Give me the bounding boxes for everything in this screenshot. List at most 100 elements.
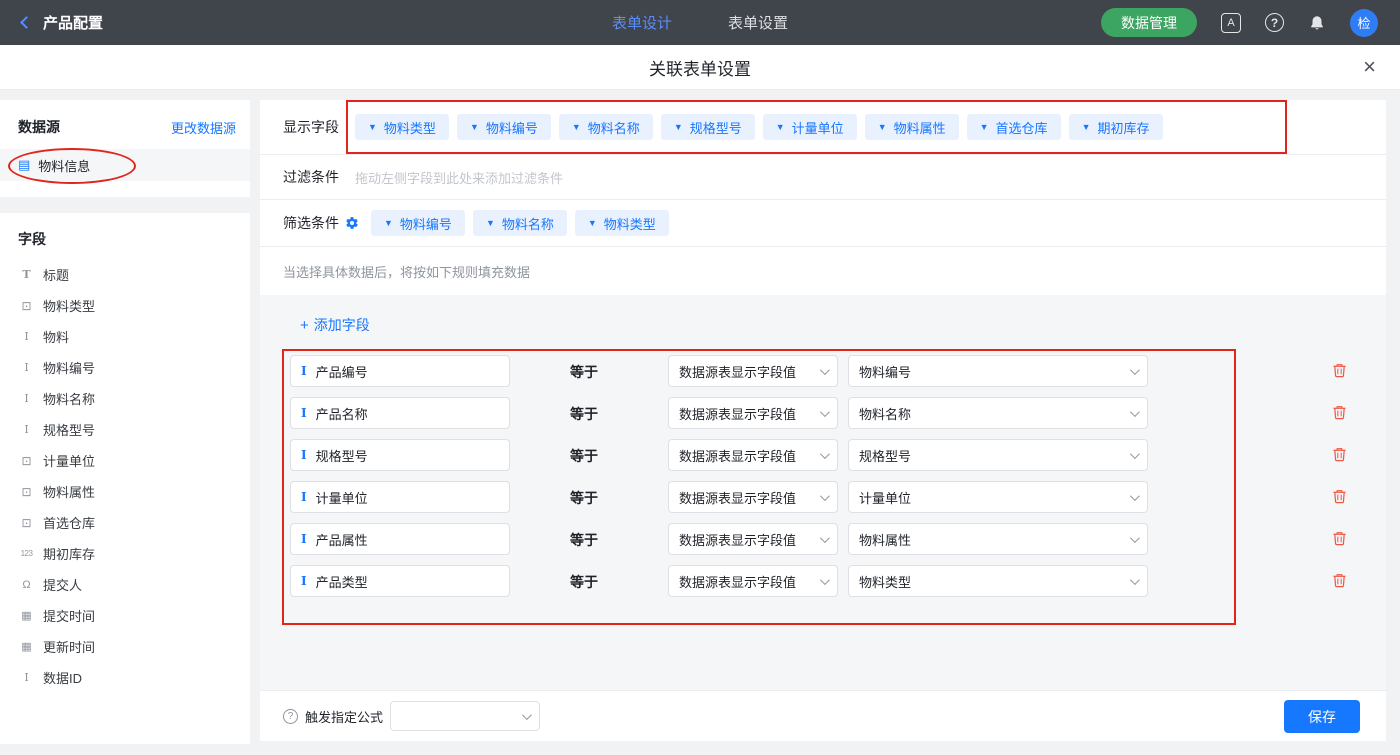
display-field-chip[interactable]: ▼物料名称 bbox=[559, 114, 653, 140]
datasource-item[interactable]: ▤ 物料信息 bbox=[0, 149, 250, 181]
page-title: 关联表单设置 bbox=[0, 45, 1400, 90]
source-field-select[interactable]: 计量单位 bbox=[848, 481, 1148, 513]
user-field-icon bbox=[18, 579, 35, 591]
tab-form-settings[interactable]: 表单设置 bbox=[728, 12, 788, 33]
field-item[interactable]: 提交时间 bbox=[0, 600, 250, 631]
display-field-chip[interactable]: ▼物料属性 bbox=[865, 114, 959, 140]
close-icon[interactable]: × bbox=[1363, 55, 1376, 79]
dialog-header: 关联表单设置 × bbox=[0, 45, 1400, 90]
target-field-input[interactable]: I计量单位 bbox=[290, 481, 510, 513]
source-type-select[interactable]: 数据源表显示字段值 bbox=[668, 397, 838, 429]
caret-down-icon: ▼ bbox=[674, 123, 683, 132]
filter-dropzone[interactable]: 拖动左侧字段到此处来添加过滤条件 bbox=[355, 168, 563, 187]
formula-label: 触发指定公式 bbox=[305, 707, 383, 726]
chevron-down-icon bbox=[820, 407, 830, 417]
target-field-input[interactable]: I产品类型 bbox=[290, 565, 510, 597]
field-item[interactable]: 物料名称 bbox=[0, 383, 250, 414]
target-field-input[interactable]: I产品编号 bbox=[290, 355, 510, 387]
field-item[interactable]: 物料类型 bbox=[0, 290, 250, 321]
field-item[interactable]: 期初库存 bbox=[0, 538, 250, 569]
delete-row-button[interactable] bbox=[1332, 573, 1347, 588]
source-field-select[interactable]: 物料类型 bbox=[848, 565, 1148, 597]
source-type-select[interactable]: 数据源表显示字段值 bbox=[668, 523, 838, 555]
display-field-chip[interactable]: ▼规格型号 bbox=[661, 114, 755, 140]
target-field-input[interactable]: I规格型号 bbox=[290, 439, 510, 471]
field-item[interactable]: 首选仓库 bbox=[0, 507, 250, 538]
language-icon[interactable]: A bbox=[1221, 13, 1241, 33]
field-item[interactable]: 计量单位 bbox=[0, 445, 250, 476]
target-field-input[interactable]: I产品名称 bbox=[290, 397, 510, 429]
data-manage-button[interactable]: 数据管理 bbox=[1101, 8, 1197, 37]
question-circle-icon[interactable]: ? bbox=[283, 709, 298, 724]
target-field-input[interactable]: I产品属性 bbox=[290, 523, 510, 555]
gear-icon[interactable] bbox=[345, 216, 359, 230]
notification-bell-icon[interactable] bbox=[1308, 14, 1326, 32]
delete-row-button[interactable] bbox=[1332, 405, 1347, 420]
add-field-button[interactable]: + 添加字段 bbox=[300, 315, 370, 335]
operator-label: 等于 bbox=[570, 572, 598, 592]
field-item[interactable]: 规格型号 bbox=[0, 414, 250, 445]
delete-row-button[interactable] bbox=[1332, 489, 1347, 504]
input-field-icon bbox=[18, 330, 35, 343]
avatar[interactable]: 检 bbox=[1350, 9, 1378, 37]
chevron-down-icon bbox=[1130, 491, 1140, 501]
chip-label: 期初库存 bbox=[1097, 118, 1149, 137]
mapping-row: I产品名称 等于 数据源表显示字段值 物料名称 bbox=[290, 397, 1386, 429]
caret-down-icon: ▼ bbox=[486, 219, 495, 228]
delete-row-button[interactable] bbox=[1332, 531, 1347, 546]
display-field-chip[interactable]: ▼期初库存 bbox=[1069, 114, 1163, 140]
caret-down-icon: ▼ bbox=[588, 219, 597, 228]
fields-panel: 字段 标题 物料类型 物料 物料编号 物料名称 规格型号 计量单位 物料属性 首… bbox=[0, 213, 250, 744]
number-field-icon bbox=[18, 549, 35, 558]
source-field-value: 物料属性 bbox=[859, 530, 911, 549]
operator-label: 等于 bbox=[570, 488, 598, 508]
display-fields-label: 显示字段 bbox=[283, 117, 341, 137]
source-field-select[interactable]: 物料属性 bbox=[848, 523, 1148, 555]
screen-field-chip[interactable]: ▼ 物料名称 bbox=[473, 210, 567, 236]
source-field-value: 计量单位 bbox=[859, 488, 911, 507]
title-field-icon bbox=[18, 268, 35, 281]
field-item[interactable]: 更新时间 bbox=[0, 631, 250, 662]
operator-label: 等于 bbox=[570, 404, 598, 424]
source-type-select[interactable]: 数据源表显示字段值 bbox=[668, 565, 838, 597]
text-field-icon: I bbox=[301, 532, 307, 546]
operator-label: 等于 bbox=[570, 530, 598, 550]
source-field-select[interactable]: 物料名称 bbox=[848, 397, 1148, 429]
help-icon[interactable]: ? bbox=[1265, 13, 1284, 32]
source-type-select[interactable]: 数据源表显示字段值 bbox=[668, 355, 838, 387]
formula-select[interactable] bbox=[390, 701, 540, 731]
tab-form-design[interactable]: 表单设计 bbox=[612, 12, 672, 33]
field-item[interactable]: 物料 bbox=[0, 321, 250, 352]
display-field-chip[interactable]: ▼物料编号 bbox=[457, 114, 551, 140]
fields-title: 字段 bbox=[0, 213, 250, 259]
datasource-title: 数据源 bbox=[18, 117, 60, 137]
field-item-label: 物料类型 bbox=[43, 296, 95, 315]
source-type-select[interactable]: 数据源表显示字段值 bbox=[668, 481, 838, 513]
display-field-chip[interactable]: ▼物料类型 bbox=[355, 114, 449, 140]
field-item[interactable]: 物料属性 bbox=[0, 476, 250, 507]
delete-row-button[interactable] bbox=[1332, 447, 1347, 462]
filter-label: 过滤条件 bbox=[283, 167, 341, 187]
source-type-select[interactable]: 数据源表显示字段值 bbox=[668, 439, 838, 471]
source-field-select[interactable]: 规格型号 bbox=[848, 439, 1148, 471]
input-field-icon bbox=[18, 392, 35, 405]
delete-row-button[interactable] bbox=[1332, 363, 1347, 378]
change-datasource-link[interactable]: 更改数据源 bbox=[171, 118, 236, 137]
source-field-select[interactable]: 物料编号 bbox=[848, 355, 1148, 387]
field-item-label: 物料 bbox=[43, 327, 69, 346]
field-item-label: 计量单位 bbox=[43, 451, 95, 470]
input-field-icon bbox=[18, 361, 35, 374]
chip-label: 物料名称 bbox=[502, 214, 554, 233]
field-item[interactable]: 标题 bbox=[0, 259, 250, 290]
field-item[interactable]: 物料编号 bbox=[0, 352, 250, 383]
caret-down-icon: ▼ bbox=[572, 123, 581, 132]
display-field-chip[interactable]: ▼计量单位 bbox=[763, 114, 857, 140]
display-field-chip[interactable]: ▼首选仓库 bbox=[967, 114, 1061, 140]
screen-field-chip[interactable]: ▼物料编号 bbox=[371, 210, 465, 236]
field-item-label: 更新时间 bbox=[43, 637, 95, 656]
save-button[interactable]: 保存 bbox=[1284, 700, 1360, 733]
screen-field-chip[interactable]: ▼物料类型 bbox=[575, 210, 669, 236]
field-item[interactable]: 数据ID bbox=[0, 662, 250, 693]
field-item[interactable]: 提交人 bbox=[0, 569, 250, 600]
chevron-down-icon bbox=[1130, 533, 1140, 543]
